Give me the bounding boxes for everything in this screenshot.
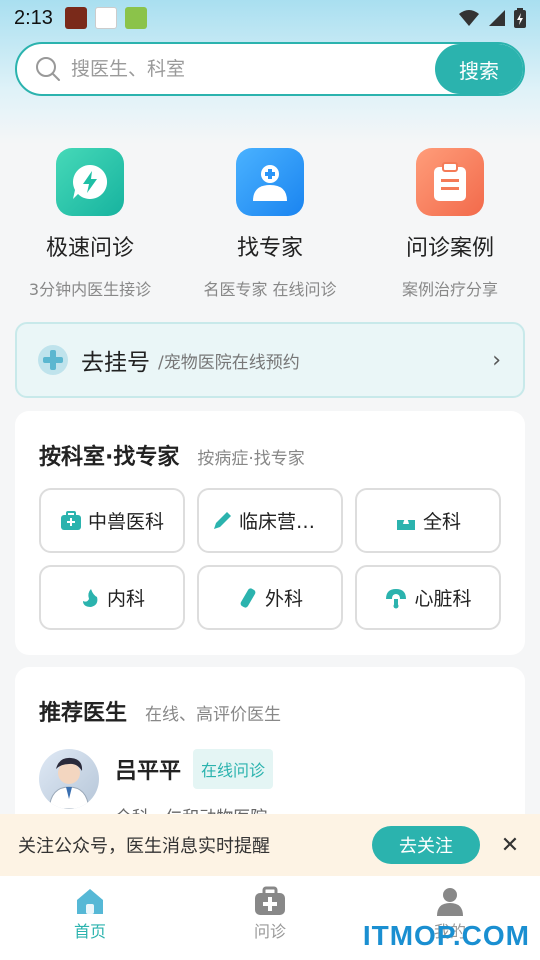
- tab-label: 首页: [73, 922, 106, 941]
- signal-icon: [489, 10, 505, 26]
- online-consult-badge: 在线问诊: [193, 749, 274, 789]
- register-banner[interactable]: 去挂号 /宠物医院在线预约 ›: [15, 322, 525, 398]
- department-button[interactable]: 中兽医科: [39, 488, 185, 553]
- notification-icons: [64, 7, 147, 29]
- stethoscope-icon: [386, 588, 407, 608]
- department-label: 全科: [422, 511, 461, 533]
- home-icon: [77, 889, 103, 914]
- feature-title: 问诊案例: [405, 236, 494, 261]
- department-label: 心脏科: [414, 588, 472, 610]
- tab-label: 问诊: [253, 922, 286, 941]
- pen-icon: [214, 511, 231, 529]
- follow-text: 关注公众号，医生消息实时提醒: [18, 836, 270, 857]
- clipboard-icon: [416, 148, 484, 216]
- app-notification-icon: [94, 7, 117, 29]
- tab-consult[interactable]: 问诊: [180, 876, 360, 960]
- status-time: 2:13: [14, 6, 53, 29]
- tooth-icon: [396, 517, 415, 530]
- feature-quick-consult[interactable]: 极速问诊 3分钟内医生接诊: [0, 148, 180, 300]
- feature-find-expert[interactable]: 找专家 名医专家 在线问诊: [180, 148, 360, 300]
- department-button[interactable]: 心脏科: [355, 565, 501, 630]
- watermark-logo: ITMOP.COM: [362, 920, 530, 951]
- battery-icon: [514, 8, 526, 28]
- symptom-tab[interactable]: 按病症·找专家: [197, 444, 304, 469]
- avatar: [39, 749, 99, 809]
- register-subtitle: /宠物医院在线预约: [158, 352, 300, 373]
- register-title: 去挂号: [81, 350, 150, 376]
- medkit-icon: [255, 886, 285, 915]
- chevron-right-icon: ›: [492, 347, 501, 373]
- follow-banner: 关注公众号，医生消息实时提醒 去关注 ✕: [0, 814, 540, 876]
- doctor-icon: [236, 148, 304, 216]
- department-card-header: 按科室·找专家 按病症·找专家: [39, 439, 305, 471]
- department-button[interactable]: 全科: [355, 488, 501, 553]
- feature-cases[interactable]: 问诊案例 案例治疗分享: [360, 148, 540, 300]
- lightning-chat-icon: [56, 148, 124, 216]
- department-button[interactable]: 临床营养...: [197, 488, 343, 553]
- feature-title: 找专家: [236, 236, 303, 261]
- system-icons: [458, 8, 526, 28]
- medkit-icon: [60, 510, 81, 530]
- doctor-name-row: 吕平平 在线问诊: [115, 749, 274, 789]
- feature-subtitle: 3分钟内医生接诊: [28, 280, 152, 299]
- department-label: 内科: [106, 588, 145, 610]
- feature-subtitle: 名医专家 在线问诊: [203, 280, 337, 299]
- search-bar: 搜索: [15, 42, 525, 96]
- stomach-icon: [82, 588, 98, 607]
- wifi-icon: [459, 10, 479, 26]
- bandage-icon: [240, 587, 256, 608]
- doctor-card-header: 推荐医生 在线、高评价医生: [39, 695, 281, 727]
- feature-subtitle: 案例治疗分享: [401, 280, 498, 299]
- department-card: 按科室·找专家 按病症·找专家 中兽医科 临床营养... 全科 内科 外科 心脏…: [15, 411, 525, 655]
- department-grid: 中兽医科 临床营养... 全科 内科 外科 心脏科: [39, 488, 501, 630]
- department-button[interactable]: 内科: [39, 565, 185, 630]
- department-button[interactable]: 外科: [197, 565, 343, 630]
- close-icon[interactable]: ✕: [480, 833, 540, 858]
- app-notification-icon: [64, 7, 87, 29]
- app-notification-icon: [124, 7, 147, 29]
- doctor-card-subtitle: 在线、高评价医生: [145, 705, 282, 725]
- search-icon: [36, 57, 60, 81]
- department-label: 临床营养...: [239, 511, 329, 533]
- follow-button[interactable]: 去关注: [372, 826, 480, 864]
- feature-row: 极速问诊 3分钟内医生接诊 找专家 名医专家 在线问诊 问诊案例 案例治疗分享: [0, 148, 540, 300]
- user-icon: [437, 888, 463, 916]
- department-label: 外科: [264, 588, 303, 610]
- plus-circle-icon: [38, 345, 68, 375]
- department-label: 中兽医科: [87, 511, 164, 533]
- doctor-card-title: 推荐医生: [39, 701, 128, 726]
- tab-home[interactable]: 首页: [0, 876, 180, 960]
- feature-title: 极速问诊: [45, 236, 134, 261]
- doctor-name: 吕平平: [115, 759, 182, 784]
- status-bar: 2:13: [0, 0, 540, 36]
- search-button[interactable]: 搜索: [435, 44, 523, 94]
- department-card-title[interactable]: 按科室·找专家: [39, 439, 179, 471]
- search-input[interactable]: [71, 58, 435, 80]
